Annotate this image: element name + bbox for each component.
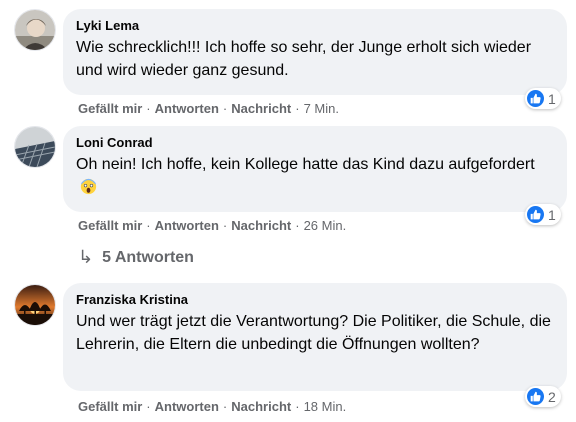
comment-bubble: Lyki Lema Wie schrecklich!!! Ich hoffe s… <box>63 9 567 95</box>
comment-actions: Gefällt mir · Antworten · Nachricht · 18 Min. <box>78 399 347 414</box>
avatar[interactable] <box>14 9 56 51</box>
view-replies-label: 5 Antworten <box>102 248 194 266</box>
comment-author[interactable]: Lyki Lema <box>76 17 555 34</box>
message-link[interactable]: Nachricht <box>231 101 291 116</box>
like-icon <box>527 90 544 107</box>
reaction-count-label: 1 <box>548 90 556 107</box>
comment-timestamp[interactable]: 18 Min. <box>304 399 347 414</box>
reaction-count-label: 1 <box>548 206 556 223</box>
avatar[interactable] <box>14 284 56 326</box>
screaming-face-emoji <box>80 178 97 202</box>
comment-timestamp[interactable]: 26 Min. <box>304 218 347 233</box>
like-link[interactable]: Gefällt mir <box>78 218 142 233</box>
reaction-count[interactable]: 1 <box>525 204 561 225</box>
reply-link[interactable]: Antworten <box>155 218 219 233</box>
comment-author[interactable]: Franziska Kristina <box>76 291 555 308</box>
comment-bubble: Loni Conrad Oh nein! Ich hoffe, kein Kol… <box>63 126 567 212</box>
like-link[interactable]: Gefällt mir <box>78 101 142 116</box>
reaction-count-label: 2 <box>548 388 556 405</box>
view-replies-link[interactable]: ↳ 5 Antworten <box>78 247 194 268</box>
comment-bubble: Franziska Kristina Und wer trägt jetzt d… <box>63 283 567 391</box>
like-icon <box>527 388 544 405</box>
message-link[interactable]: Nachricht <box>231 399 291 414</box>
comment-text: Und wer trägt jetzt die Verantwortung? D… <box>76 313 551 353</box>
reply-link[interactable]: Antworten <box>155 101 219 116</box>
comment-timestamp[interactable]: 7 Min. <box>304 101 339 116</box>
comment-author[interactable]: Loni Conrad <box>76 134 555 151</box>
like-link[interactable]: Gefällt mir <box>78 399 142 414</box>
like-icon <box>527 206 544 223</box>
reply-link[interactable]: Antworten <box>155 399 219 414</box>
reaction-count[interactable]: 2 <box>525 386 561 407</box>
avatar[interactable] <box>14 126 56 168</box>
comment-actions: Gefällt mir · Antworten · Nachricht · 7 Min. <box>78 101 339 116</box>
reply-arrow-icon: ↳ <box>78 247 94 267</box>
comment-actions: Gefällt mir · Antworten · Nachricht · 26 Min. <box>78 218 347 233</box>
comment-text: Wie schrecklich!!! Ich hoffe so sehr, de… <box>76 39 532 79</box>
reaction-count[interactable]: 1 <box>525 88 561 109</box>
comment-text: Oh nein! Ich hoffe, kein Kollege hatte d… <box>76 153 555 202</box>
message-link[interactable]: Nachricht <box>231 218 291 233</box>
